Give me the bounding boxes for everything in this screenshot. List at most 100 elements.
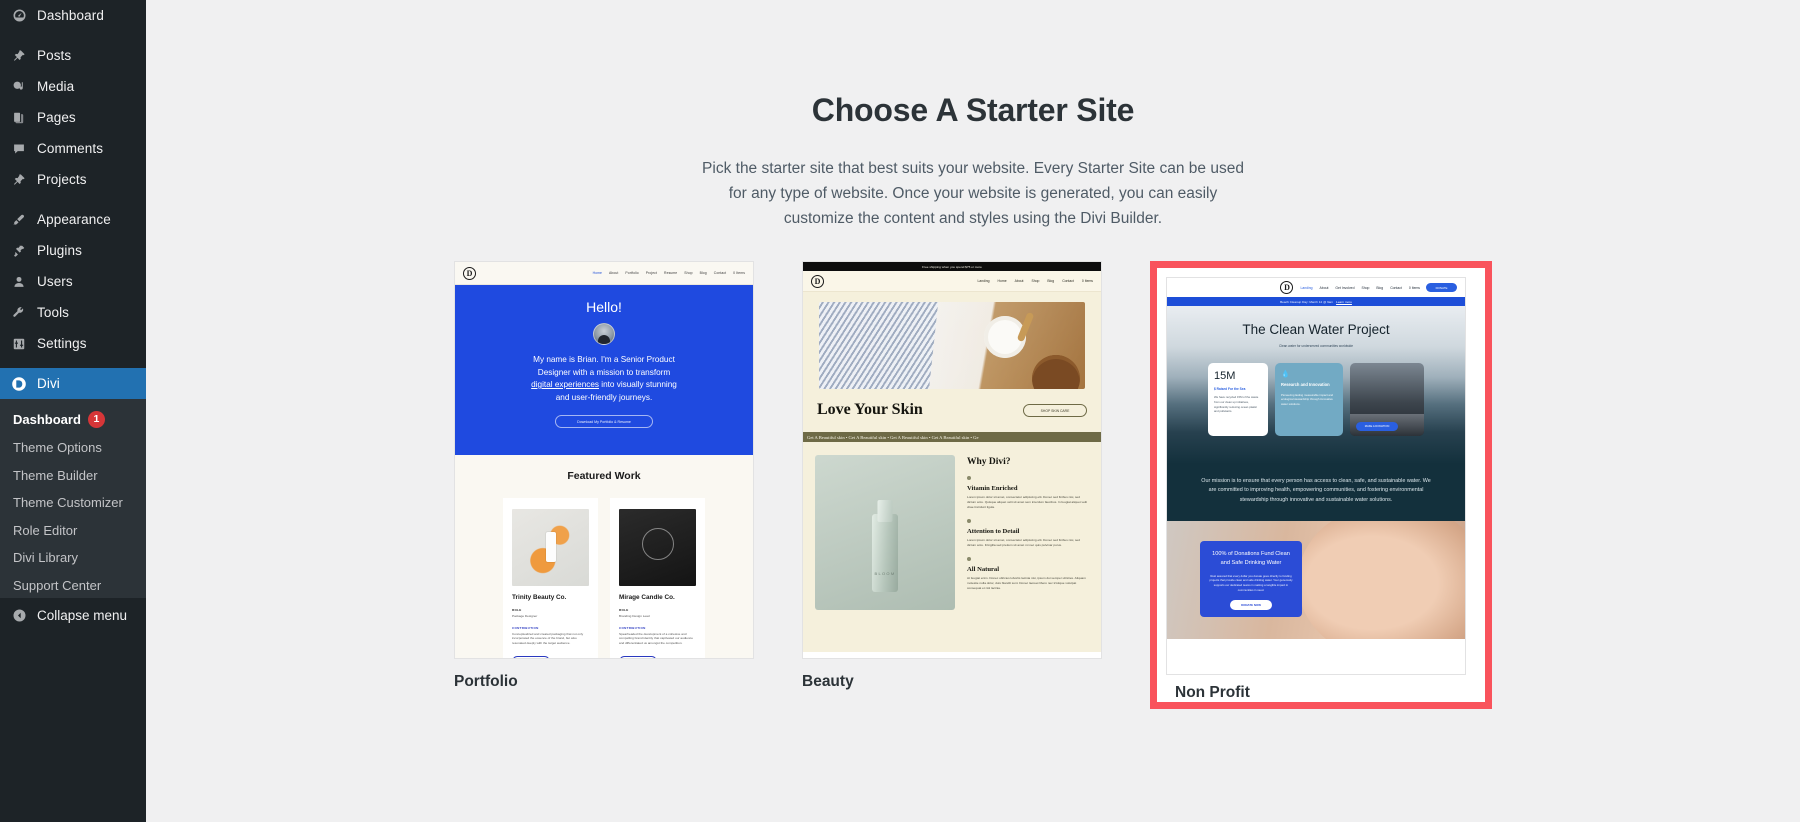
sidebar-item-dashboard[interactable]: Dashboard — [0, 0, 146, 31]
bio-line-1: My name is Brian. I'm a Senior Product — [533, 355, 675, 364]
bullet-icon — [967, 556, 971, 561]
submenu-item-role-editor[interactable]: Role Editor — [0, 517, 146, 545]
nonprofit-preview: D Landing About Get Involved Shop Blog C… — [1166, 277, 1466, 675]
sidebar-item-label: Comments — [37, 140, 104, 156]
hero-headline: Love Your Skin — [803, 389, 1023, 432]
preview-announcement-bar: Free shipping when you spend $75 or more — [803, 262, 1101, 271]
work-title: Mirage Candle Co. — [619, 594, 675, 601]
sidebar-item-comments[interactable]: Comments — [0, 133, 146, 164]
sidebar-divider — [0, 31, 146, 40]
divi-logo-icon: D — [1280, 281, 1294, 294]
work-role-heading: ROLE — [619, 608, 629, 612]
sidebar-item-posts[interactable]: Posts — [0, 40, 146, 71]
submenu-item-divi-library[interactable]: Divi Library — [0, 544, 146, 572]
sidebar-item-settings[interactable]: Settings — [0, 328, 146, 359]
hero-stat-cards: 15M $ Raised For the Sea We have recycle… — [1167, 363, 1465, 436]
beauty-preview: Free shipping when you spend $75 or more… — [802, 261, 1102, 659]
nav-link: Home — [997, 279, 1007, 283]
submenu-item-support-center[interactable]: Support Center — [0, 572, 146, 600]
sidebar-item-label: Pages — [37, 109, 76, 125]
hero-download-button: Download My Portfolio & Resume — [555, 415, 653, 428]
page-description: Pick the starter site that best suits yo… — [702, 160, 1244, 227]
sidebar-item-tools[interactable]: Tools — [0, 297, 146, 328]
preview-navbar: D Landing About Get Involved Shop Blog C… — [1167, 278, 1465, 297]
divi-submenu: Dashboard 1 Theme Options Theme Builder … — [0, 399, 146, 608]
research-card-body: Pioneering lasting measurable impact and… — [1281, 392, 1334, 407]
starter-site-card-portfolio[interactable]: D Home About Portfolio Project Resume Sh… — [454, 261, 754, 709]
nav-link: About — [1319, 285, 1329, 290]
divi-logo-icon: D — [811, 274, 824, 288]
preview-nav-links: D Landing About Get Involved Shop Blog C… — [1280, 281, 1457, 294]
announcement-link: Learn more — [1336, 299, 1352, 304]
bullet-icon — [967, 476, 971, 480]
submenu-item-label: Theme Customizer — [13, 495, 123, 511]
announcement-text: Beach Cleanup Day: March 12 @ 9am — [1280, 299, 1334, 304]
nav-link: 0 Items — [1408, 285, 1420, 290]
submenu-item-label: Divi Library — [13, 550, 79, 566]
starter-site-card-beauty[interactable]: Free shipping when you spend $75 or more… — [802, 261, 1102, 709]
sidebar-item-projects[interactable]: Projects — [0, 164, 146, 195]
bio-line-4: and user-friendly journeys. — [555, 392, 653, 402]
why-divi-content: Why Divi? Vitamin Enriched Lorem ipsum d… — [967, 455, 1089, 652]
pages-icon — [8, 108, 30, 128]
stat-number: 15M — [1214, 370, 1236, 382]
selection-highlight: D Landing About Get Involved Shop Blog C… — [1150, 261, 1492, 709]
submenu-item-theme-customizer[interactable]: Theme Customizer — [0, 489, 146, 517]
card-label: Portfolio — [454, 673, 518, 690]
sidebar-item-users[interactable]: Users — [0, 266, 146, 297]
stat-card: 15M $ Raised For the Sea We have recycle… — [1208, 363, 1268, 436]
starter-site-grid: D Home About Portfolio Project Resume Sh… — [146, 261, 1800, 709]
photo-card: MAKE A DONATION — [1350, 363, 1424, 436]
preview-nav-links: Home About Portfolio Project Resume Shop… — [593, 271, 745, 275]
sidebar-item-label: Plugins — [37, 242, 82, 258]
nav-link: Contact — [713, 271, 727, 275]
headline-row: Love Your Skin SHOP SKIN CARE — [803, 389, 1101, 432]
donations-title: 100% of Donations Fund Clean and Safe Dr… — [1212, 551, 1290, 567]
nav-link: Blog — [1047, 279, 1055, 283]
divi-logo-icon: D — [463, 266, 476, 280]
sidebar-item-pages[interactable]: Pages — [0, 102, 146, 133]
shop-skincare-button: SHOP SKIN CARE — [1023, 404, 1087, 417]
featured-work-items: Trinity Beauty Co. ROLE Package Designer… — [455, 498, 753, 658]
work-contribution-heading: CONTRIBUTION — [619, 625, 646, 630]
nav-link: Contact — [1062, 279, 1074, 283]
settings-icon — [8, 334, 30, 354]
card-label: Beauty — [802, 673, 854, 690]
nav-link: Shop — [684, 271, 693, 275]
submenu-item-theme-builder[interactable]: Theme Builder — [0, 462, 146, 490]
starter-site-card-non-profit[interactable]: D Landing About Get Involved Shop Blog C… — [1150, 261, 1492, 709]
plug-icon — [8, 241, 30, 261]
work-thumbnail — [512, 509, 589, 586]
sidebar-item-appearance[interactable]: Appearance — [0, 204, 146, 235]
work-thumbnail — [619, 509, 696, 586]
sidebar-item-label: Media — [37, 78, 75, 94]
product-image: BLOOM — [815, 455, 955, 610]
nav-link: Contact — [1390, 285, 1402, 290]
submenu-item-label: Support Center — [13, 577, 102, 593]
hero-subheadline: Clean water for underserved communities … — [1278, 344, 1354, 348]
sidebar-item-plugins[interactable]: Plugins — [0, 235, 146, 266]
collapse-arrow-icon — [8, 605, 30, 625]
submenu-item-label: Theme Builder — [13, 467, 98, 483]
sidebar-item-media[interactable]: Media — [0, 71, 146, 102]
nav-link: Resume — [664, 271, 678, 275]
marquee-banner: Get A Beautiful skin • Get A Beautiful s… — [803, 432, 1101, 442]
stat-label: $ Raised For the Sea — [1214, 387, 1246, 391]
submenu-item-theme-options[interactable]: Theme Options — [0, 434, 146, 462]
dashboard-icon — [8, 6, 30, 26]
feature-title: All Natural — [967, 565, 1000, 573]
submenu-item-dashboard[interactable]: Dashboard 1 — [0, 405, 146, 434]
nav-links-group: Landing About Get Involved Shop Blog Con… — [1300, 286, 1420, 290]
hero-image-cocoa — [1031, 354, 1080, 389]
sidebar-item-divi[interactable]: Divi — [0, 368, 146, 399]
nav-link: 0 Items — [1081, 279, 1093, 283]
mission-section: Our mission is to ensure that every pers… — [1167, 464, 1465, 522]
nav-link: 0 Items — [733, 271, 745, 275]
bio-line-3: digital experiences into visually stunni… — [473, 379, 735, 392]
nav-link: Portfolio — [625, 271, 639, 275]
feature-body: Lorem ipsum dolor sit amet, consectetur … — [967, 495, 1088, 509]
collapse-menu-button[interactable]: Collapse menu — [0, 598, 146, 632]
preview-hero: The Clean Water Project Clean water for … — [1167, 306, 1465, 464]
admin-sidebar: Dashboard Posts Media Pages Comments Pro… — [0, 0, 146, 822]
work-project-button: View Project — [512, 655, 550, 658]
